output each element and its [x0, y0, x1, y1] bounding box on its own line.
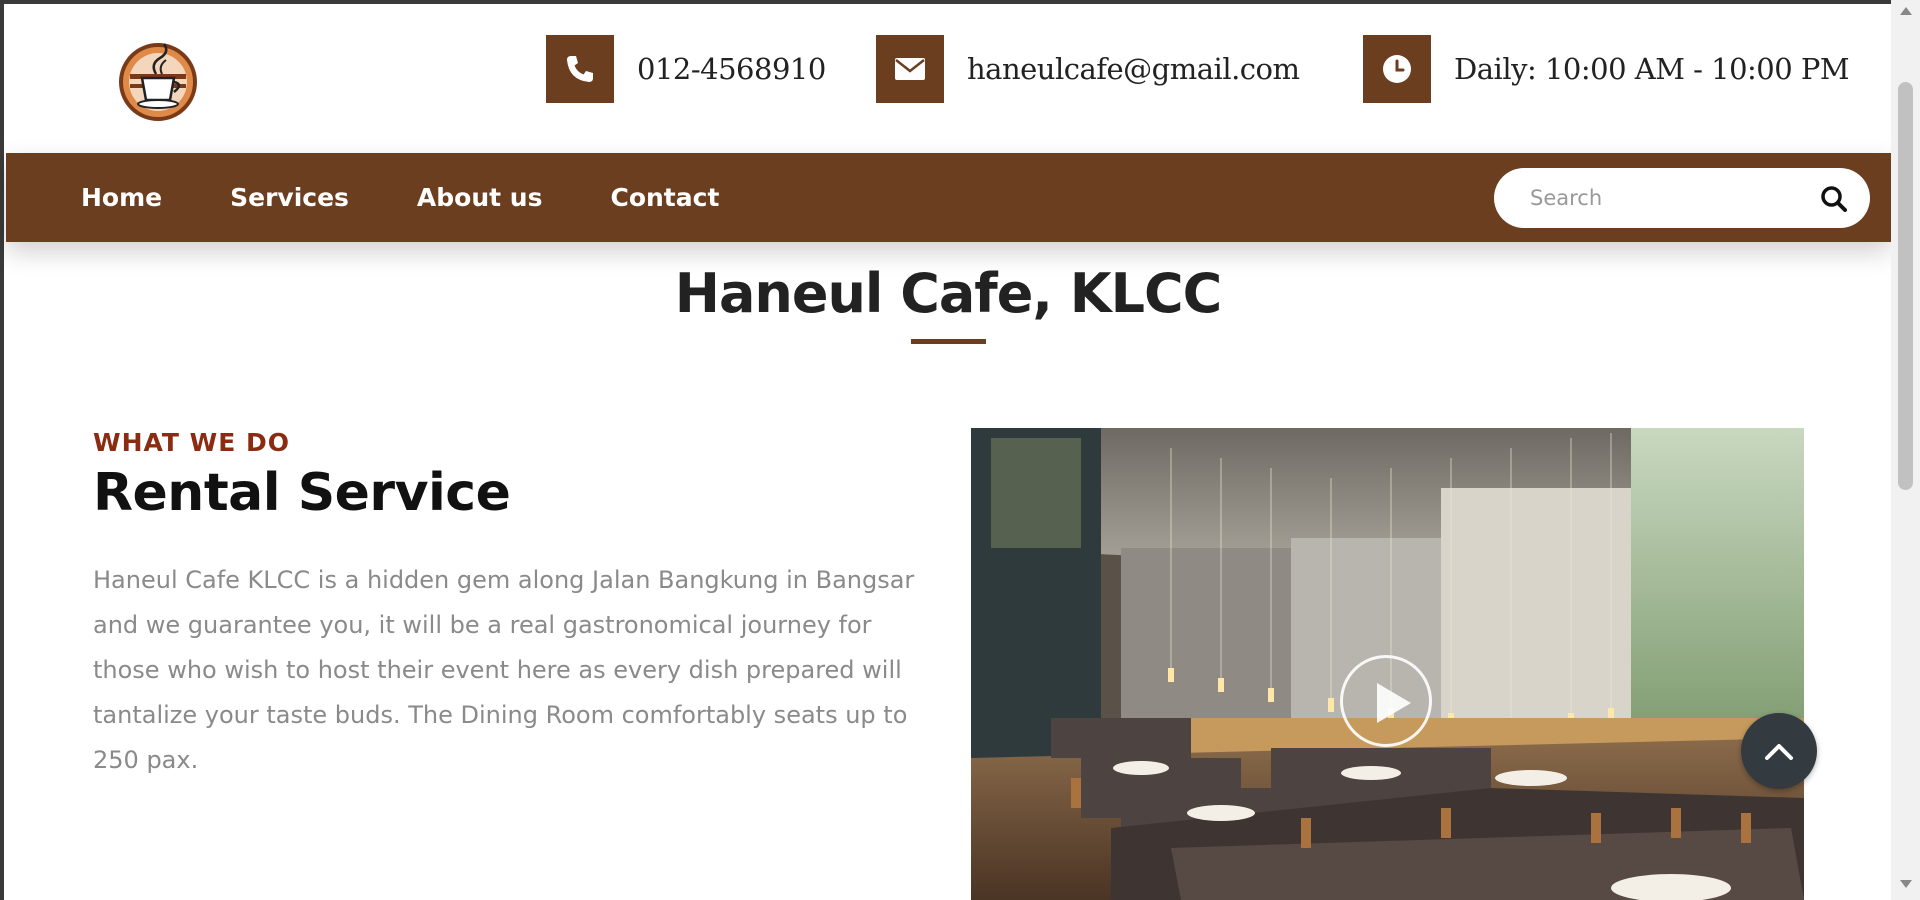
nav-menu: Home Services About us Contact: [81, 153, 787, 242]
nav-item-about-us[interactable]: About us: [417, 183, 543, 212]
nav-item-contact[interactable]: Contact: [610, 183, 719, 212]
chevron-up-icon: [1765, 744, 1793, 760]
search-input[interactable]: [1530, 168, 1820, 228]
nav-item-services[interactable]: Services: [230, 183, 349, 212]
scroll-down-arrow-icon[interactable]: [1900, 880, 1912, 888]
section-heading: Rental Service: [93, 463, 511, 523]
contact-email: haneulcafe@gmail.com: [876, 35, 1300, 103]
top-contact-bar: 012-4568910 haneulcafe@gmail.com Daily: …: [6, 4, 1891, 152]
search-box: [1494, 168, 1870, 228]
section-eyebrow: WHAT WE DO: [93, 428, 291, 457]
scroll-thumb[interactable]: [1898, 82, 1913, 490]
clock-icon: [1363, 35, 1431, 103]
page-scrollbar[interactable]: [1891, 0, 1920, 900]
contact-hours: Daily: 10:00 AM - 10:00 PM: [1363, 35, 1850, 103]
contact-phone: 012-4568910: [546, 35, 826, 103]
coffee-cup-logo[interactable]: [116, 38, 200, 122]
opening-hours: Daily: 10:00 AM - 10:00 PM: [1454, 52, 1850, 86]
main-navbar: Home Services About us Contact: [6, 153, 1891, 242]
section-description: Haneul Cafe KLCC is a hidden gem along J…: [93, 566, 915, 774]
phone-number[interactable]: 012-4568910: [637, 52, 826, 86]
page-title: Haneul Cafe, KLCC: [674, 262, 1222, 325]
play-icon: [1377, 683, 1411, 723]
back-to-top-button[interactable]: [1741, 713, 1817, 789]
scroll-up-arrow-icon[interactable]: [1900, 7, 1912, 15]
title-divider: [911, 339, 986, 344]
phone-icon: [546, 35, 614, 103]
nav-item-home[interactable]: Home: [81, 183, 162, 212]
envelope-icon: [876, 35, 944, 103]
play-video-button[interactable]: [1340, 655, 1432, 747]
magnifier-icon[interactable]: [1820, 185, 1848, 213]
email-address[interactable]: haneulcafe@gmail.com: [967, 52, 1300, 86]
